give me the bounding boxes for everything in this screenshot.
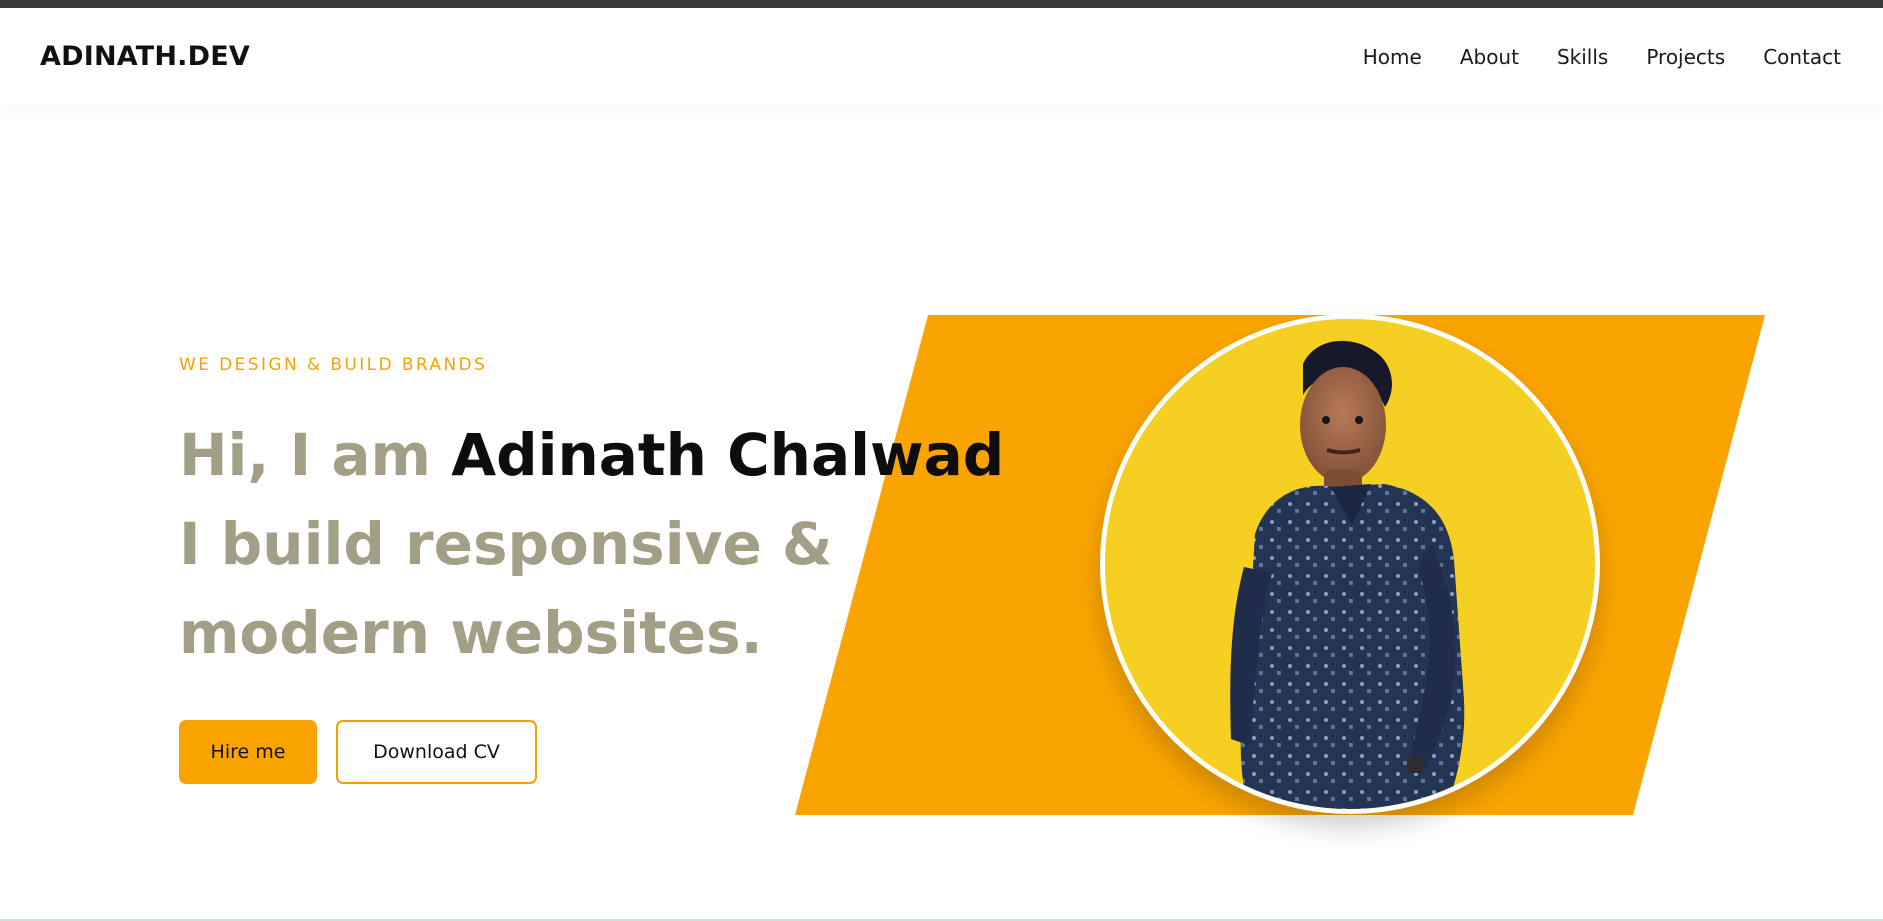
nav-projects[interactable]: Projects (1646, 45, 1725, 69)
site-logo[interactable]: ADINATH.DEV (40, 41, 250, 72)
page: ADINATH.DEV Home About Skills Projects C… (0, 0, 1883, 921)
download-cv-button[interactable]: Download CV (336, 720, 537, 784)
nav-contact[interactable]: Contact (1763, 45, 1841, 69)
hero-headline-line-3: modern websites. (179, 599, 763, 667)
profile-photo (1105, 319, 1595, 809)
site-header: ADINATH.DEV Home About Skills Projects C… (0, 8, 1883, 105)
hero-greeting: Hi, I am (179, 421, 452, 489)
nav-about[interactable]: About (1460, 45, 1519, 69)
main-navigation: Home About Skills Projects Contact (1363, 45, 1841, 69)
profile-portrait-illustration (1105, 319, 1595, 809)
nav-home[interactable]: Home (1363, 45, 1422, 69)
hero-headline: Hi, I am Adinath Chalwad I build respons… (179, 411, 1039, 678)
hero-headline-line-2: I build responsive & (179, 510, 833, 578)
profile-photo-frame (1100, 314, 1600, 814)
hire-me-button[interactable]: Hire me (179, 720, 317, 784)
hero-name: Adinath Chalwad (451, 421, 1005, 489)
hero-headline-line-1: Hi, I am Adinath Chalwad (179, 411, 1039, 500)
hero-tagline: WE DESIGN & BUILD BRANDS (179, 355, 488, 375)
hero-actions: Hire me Download CV (179, 720, 1039, 784)
hero-content: WE DESIGN & BUILD BRANDS Hi, I am Adinat… (179, 355, 1039, 784)
nav-skills[interactable]: Skills (1557, 45, 1608, 69)
